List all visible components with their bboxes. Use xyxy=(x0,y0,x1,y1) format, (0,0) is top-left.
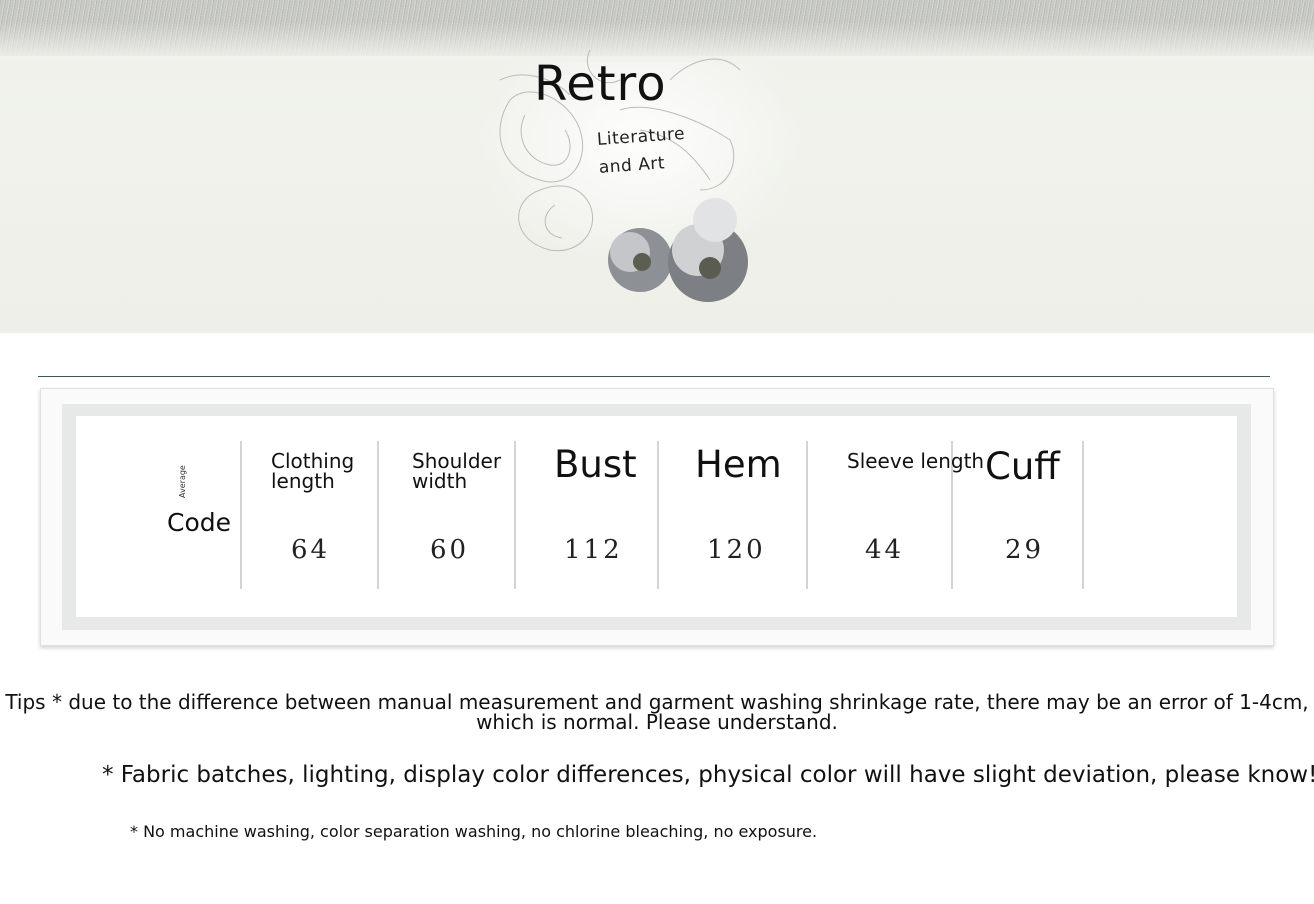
value-clothing-length: 64 xyxy=(291,535,331,565)
value-shoulder-width: 60 xyxy=(430,535,470,565)
header-hem: Hem xyxy=(695,443,782,486)
header-banner: Retro Literature and Art xyxy=(0,0,1314,333)
color-note: * Fabric batches, lighting, display colo… xyxy=(102,762,1314,788)
column-divider xyxy=(657,441,659,589)
tip-line-2: which is normal. Please understand. xyxy=(476,710,838,734)
measurement-tip: Tips * due to the difference between man… xyxy=(0,692,1314,732)
banner-subtitle: Literature and Art xyxy=(596,120,688,182)
header-shoulder-width-line-2: width xyxy=(412,469,468,493)
value-cuff: 29 xyxy=(1005,535,1045,565)
section-divider xyxy=(38,376,1270,377)
header-clothing-length-line-2: length xyxy=(271,469,335,493)
column-divider xyxy=(377,441,379,589)
value-hem: 120 xyxy=(707,535,766,565)
column-divider xyxy=(1082,441,1084,589)
column-divider xyxy=(514,441,516,589)
code-label: Code xyxy=(167,508,232,537)
column-divider xyxy=(240,441,242,589)
header-shoulder-width: Shoulder width xyxy=(412,451,501,491)
header-bust: Bust xyxy=(554,443,637,486)
banner-title: Retro xyxy=(534,56,667,112)
value-sleeve-length: 44 xyxy=(865,535,905,565)
code-caption: Average xyxy=(178,465,187,498)
header-clothing-length: Clothing length xyxy=(271,451,354,491)
value-bust: 112 xyxy=(564,535,623,565)
header-cuff: Cuff xyxy=(985,445,1060,488)
header-sleeve-length: Sleeve length xyxy=(847,449,985,473)
care-note: * No machine washing, color separation w… xyxy=(130,822,818,841)
column-divider xyxy=(806,441,808,589)
